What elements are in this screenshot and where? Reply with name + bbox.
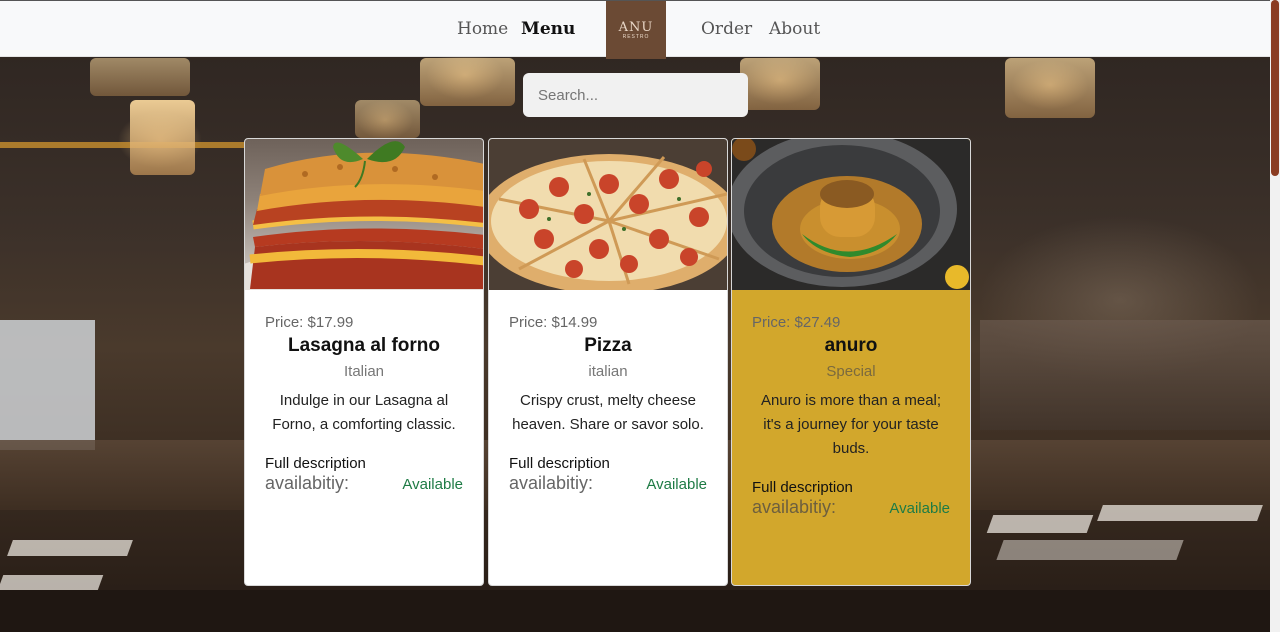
- card-description: Crispy crust, melty cheese heaven. Share…: [512, 392, 704, 433]
- card-description: Indulge in our Lasagna al Forno, a comfo…: [272, 392, 456, 433]
- lasagna-photo: [245, 139, 483, 290]
- full-description-link[interactable]: Full description: [265, 455, 463, 472]
- card-category: Italian: [343, 363, 385, 380]
- card-title: Lasagna al forno: [287, 335, 441, 356]
- nav-link-home[interactable]: Home: [457, 19, 508, 39]
- logo-text: ANU: [618, 19, 654, 35]
- availability-status: Available: [889, 500, 950, 517]
- restaurant-logo[interactable]: ANU RESTRO: [606, 1, 666, 59]
- full-description-link[interactable]: Full description: [752, 479, 950, 496]
- menu-card-pizza[interactable]: Price: $14.99 Pizza italian Crispy crust…: [488, 138, 728, 586]
- logo-subtext: RESTRO: [622, 33, 650, 40]
- availability-label: availabitiy:: [509, 473, 594, 493]
- nav-link-menu[interactable]: Menu: [521, 19, 575, 39]
- navbar: Home Menu ANU RESTRO Order About: [0, 0, 1270, 59]
- menu-card-lasagna[interactable]: Price: $17.99 Lasagna al forno Italian I…: [244, 138, 484, 586]
- anuro-photo: [732, 139, 970, 290]
- search-input[interactable]: [523, 73, 748, 117]
- card-category: Special: [826, 363, 876, 380]
- card-title: Pizza: [584, 335, 632, 356]
- availability-label: availabitiy:: [752, 497, 837, 517]
- nav-link-about[interactable]: About: [769, 19, 820, 39]
- availability-status: Available: [646, 476, 707, 493]
- pizza-photo: [489, 139, 727, 290]
- page-scrollbar[interactable]: [1270, 0, 1280, 632]
- nav-link-order[interactable]: Order: [701, 19, 752, 39]
- card-price: Price: $27.49: [752, 314, 841, 331]
- scrollbar-thumb[interactable]: [1271, 0, 1279, 176]
- card-category: italian: [588, 363, 628, 380]
- menu-card-anuro[interactable]: Price: $27.49 anuro Special Anuro is mor…: [731, 138, 971, 586]
- full-description-link[interactable]: Full description: [509, 455, 707, 472]
- card-title: anuro: [824, 335, 878, 356]
- availability-status: Available: [402, 476, 463, 493]
- card-description: Anuro is more than a meal; it's a journe…: [760, 392, 942, 457]
- card-price: Price: $17.99: [265, 314, 354, 331]
- availability-label: availabitiy:: [265, 473, 350, 493]
- card-price: Price: $14.99: [509, 314, 598, 331]
